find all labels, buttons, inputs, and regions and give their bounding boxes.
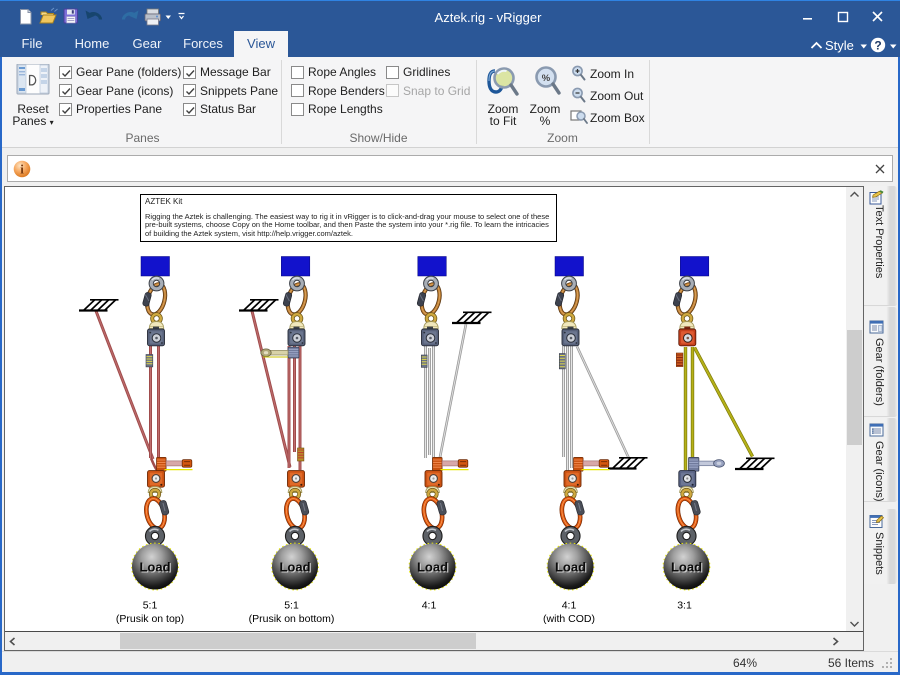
svg-text:5:1: 5:1 [284,600,299,612]
svg-text:(Prusik on top): (Prusik on top) [116,613,184,625]
svg-text:?: ? [874,39,881,53]
svg-text:3:1: 3:1 [677,600,692,612]
svg-text:%: % [542,73,551,84]
svg-text:i: i [20,162,24,177]
svg-text:4:1: 4:1 [562,600,577,612]
svg-text:(Prusik on bottom): (Prusik on bottom) [249,613,335,625]
svg-text:Style: Style [825,38,854,53]
svg-text:5:1: 5:1 [143,600,158,612]
svg-text:(with COD): (with COD) [543,613,595,625]
svg-text:4:1: 4:1 [422,600,437,612]
